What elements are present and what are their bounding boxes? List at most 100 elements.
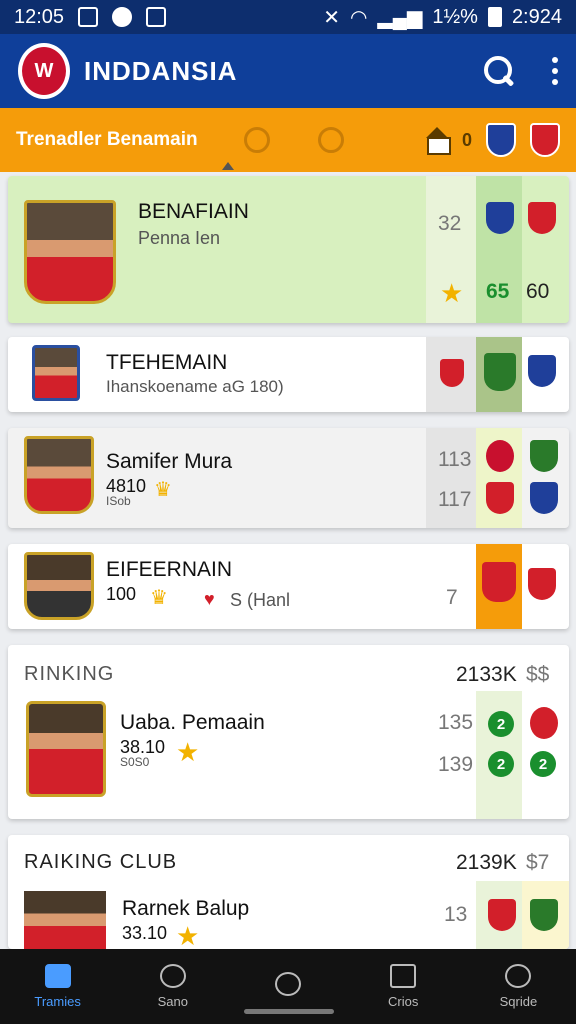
club-crest-icon [528,202,556,234]
rival-crest-icon [486,482,514,514]
teams-icon [44,964,71,988]
ranking-card[interactable]: RINKING 2133K $$ Uaba. Pemaain 38.10 ★ S… [8,645,569,819]
logo-text: W [34,59,54,82]
rank-icon: 2 [530,751,556,777]
nav-item-sqride[interactable]: Sqride [461,949,576,1024]
player-card[interactable]: EIFEERNAIN 100 ♛ ♥ S (Hanl 7 [8,544,569,629]
club-logo[interactable]: W [18,43,70,99]
stat-value: 135 [438,711,474,734]
home-circle-icon [275,971,301,996]
team-crest-icon [488,899,516,931]
player-name: Samifer Mura [106,450,233,473]
battery-icon [487,7,502,27]
team-crest-icon[interactable] [486,123,516,157]
team-crest-icon [486,202,514,234]
team-crest-icon [482,562,516,602]
gesture-bar[interactable] [244,1009,334,1014]
nav-label: Crios [388,994,419,1009]
team-crest-icon [484,353,516,391]
star-icon: ★ [440,278,464,308]
player-photo [24,552,94,620]
status-time: 12:05 [14,5,65,28]
player-name: Uaba. Pemaain [120,711,265,734]
ranking-club-value: 2139K [456,851,517,874]
score-value: 65 [486,280,510,303]
player-photo [32,345,80,401]
club-crest-icon [440,359,464,387]
club-crest-icon [528,568,556,600]
stat-value: 13 [444,903,468,926]
tab-bar: Trenadler Benamain 0 [0,108,576,172]
player-extra: S (Hanl [230,590,291,610]
shield-icon [112,7,133,27]
stat-value: 113 [438,448,472,471]
player-photo [24,200,116,304]
ranking-club-card[interactable]: RAIKING CLUB 2139K $7 Rarnek Balup 33.10… [8,835,569,949]
profile-icon [505,964,532,988]
ranking-club-title: RAIKING CLUB [24,851,178,873]
star-icon: ★ [176,737,200,767]
player-name: TFEHEMAIN [106,351,228,374]
player-stat: 33.10 [122,923,168,943]
rival-crest-icon [528,355,556,387]
tab-badge: 0 [461,129,472,150]
stat-value: 32 [438,212,462,235]
status-clock: 2:924 [511,5,562,28]
player-card[interactable]: BENAFIAIN Penna Ien 32 ★ 65 60 [8,176,569,323]
ranking-unit: $$ [526,663,550,686]
club-crest-icon [530,707,558,739]
star-icon: ★ [176,921,200,949]
tab-label[interactable]: Trenadler Benamain [16,129,198,151]
app-bar: W INDDANSIA [0,34,576,108]
search-icon[interactable] [482,54,516,88]
rival-crest-icon[interactable] [530,123,560,157]
club-crest-icon [530,440,558,472]
rank-up-icon: 2 [488,711,514,737]
away-crest-icon [530,482,558,514]
signal-icon: ▂▄▆ [377,6,423,29]
mute-icon: ✕ [323,6,340,29]
player-stat: 100 [106,584,137,604]
ranking-club-unit: $7 [526,851,550,874]
team-crest-icon [486,440,514,472]
rank-down-icon: 2 [488,751,514,777]
nav-label: Tramies [34,994,81,1009]
player-card[interactable]: TFEHEMAIN Ihanskoename aG 180) [8,337,569,412]
tab-icon-b[interactable] [317,127,344,153]
stars-icon: ♛ [150,587,168,609]
battery-percent: 1½% [432,5,478,28]
nav-item-sano[interactable]: Sano [115,949,230,1024]
player-subtitle: Ihanskoename aG 180) [106,377,284,396]
stat-value-2: 139 [438,753,474,776]
heart-icon: ♥ [204,589,215,609]
tab-indicator [222,162,234,170]
player-subtitle: Penna Ien [138,228,221,248]
nav-item-teams[interactable]: Tramies [0,949,115,1024]
nav-label: Sqride [499,994,538,1009]
app-title: INDDANSIA [84,55,238,86]
player-name: EIFEERNAIN [106,558,233,581]
tab-icon-a[interactable] [243,127,270,153]
refresh-icon [159,964,186,988]
home-icon[interactable] [425,127,451,155]
notification-icon [78,7,99,27]
score-value-2: 60 [526,280,550,303]
stat-value-2: 117 [438,488,472,511]
app-notification-icon [146,7,167,27]
nav-item-crios[interactable]: Crios [346,949,461,1024]
player-stat-small: S0S0 [120,755,150,769]
more-options-icon[interactable] [552,57,558,85]
ranking-value: 2133K [456,663,517,686]
stat-column [426,428,476,528]
player-photo [24,891,106,949]
stars-icon: ♛ [154,479,172,501]
club-crest-icon [530,899,558,931]
layers-icon [390,964,417,988]
status-bar: 12:05 ✕ ◠ ▂▄▆ 1½% 2:924 [0,0,576,34]
player-name: BENAFIAIN [138,200,249,223]
nav-label: Sano [157,994,188,1009]
stat-value: 7 [446,586,458,609]
ranking-title: RINKING [24,663,115,685]
player-card[interactable]: Samifer Mura 4810 ♛ ISob 113 117 [8,428,569,528]
player-name: Rarnek Balup [122,897,250,920]
